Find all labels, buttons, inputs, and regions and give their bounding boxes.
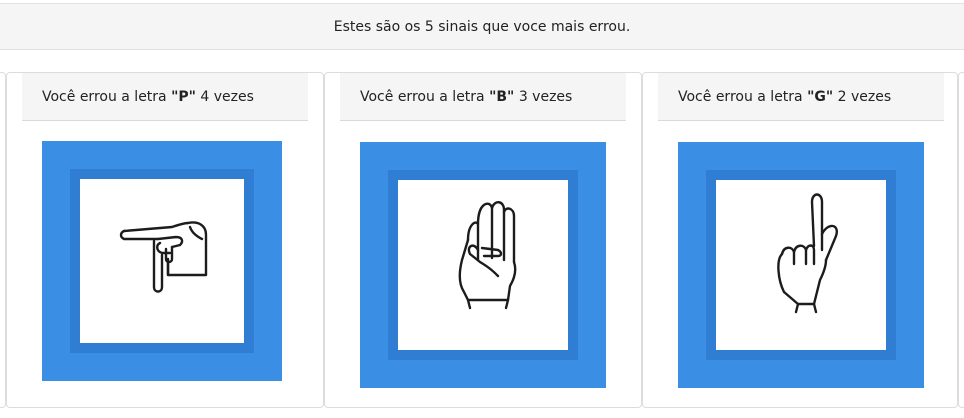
card-count: 3 vezes [518, 88, 573, 105]
hand-sign-b-icon [458, 201, 517, 310]
mistakes-banner: Estes são os 5 sinais que voce mais erro… [0, 3, 964, 50]
sign-image-frame [42, 141, 282, 381]
card-prefix: Você errou a letra [360, 88, 485, 105]
card-letter: "P" [171, 88, 196, 105]
sign-image-frame [360, 142, 606, 388]
banner-text: Estes são os 5 sinais que voce mais erro… [333, 18, 631, 35]
card-prefix: Você errou a letra [678, 88, 803, 105]
sign-card-b[interactable]: Você errou a letra "B" 3 vezes [324, 72, 642, 408]
card-header: Você errou a letra "P" 4 vezes [22, 73, 308, 121]
sign-card-p[interactable]: Você errou a letra "P" 4 vezes [6, 72, 324, 408]
card-header: Você errou a letra "B" 3 vezes [340, 73, 626, 121]
hand-sign-p-icon [119, 221, 208, 293]
hand-sign-g-icon [777, 193, 838, 314]
card-letter: "B" [489, 88, 515, 105]
card-letter: "G" [807, 88, 834, 105]
card-count: 2 vezes [837, 88, 892, 105]
card-prefix: Você errou a letra [42, 88, 167, 105]
card-count: 4 vezes [200, 88, 254, 105]
card-header: Você errou a letra "G" 2 vezes [658, 73, 944, 121]
sign-card-g[interactable]: Você errou a letra "G" 2 vezes [642, 72, 958, 408]
sign-image-frame [678, 142, 924, 388]
card-partial-right [958, 72, 964, 408]
